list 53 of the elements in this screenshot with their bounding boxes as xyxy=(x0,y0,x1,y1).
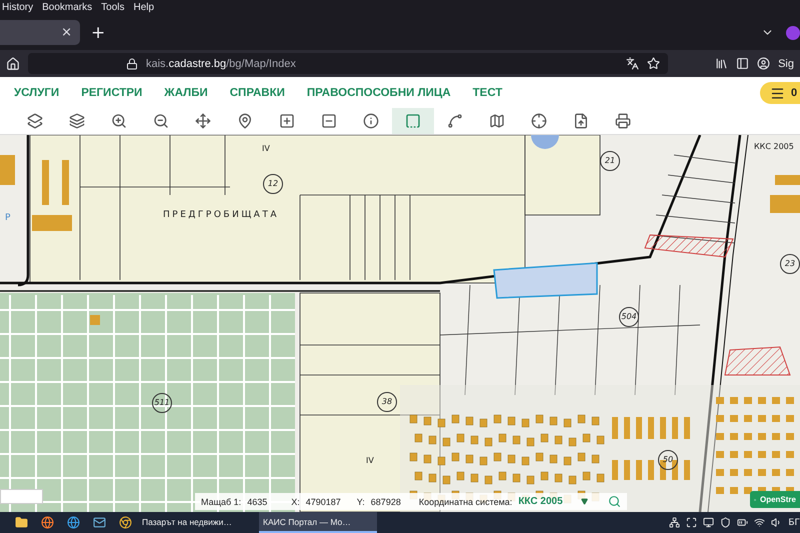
browser-tab[interactable]: × xyxy=(0,20,80,45)
taskbar-app[interactable]: Пазарът на недвижи… xyxy=(138,512,256,533)
search-icon[interactable] xyxy=(608,495,621,508)
menu-icon xyxy=(770,86,785,100)
translate-icon[interactable] xyxy=(626,57,639,70)
nav-link[interactable]: ЖАЛБИ xyxy=(164,86,208,98)
crs-label: Координатна система: xyxy=(418,496,512,506)
sign-in-label[interactable]: Sig xyxy=(778,58,794,70)
taskbar-app[interactable]: КАИС Портал — Мо… xyxy=(259,512,377,533)
scale-label: Мащаб 1: xyxy=(201,496,242,506)
openstreetmap-button[interactable]: OpenStre xyxy=(750,491,800,508)
tab-close-button[interactable]: × xyxy=(59,25,74,40)
menu-item[interactable]: Bookmarks xyxy=(42,2,92,13)
account-icon[interactable] xyxy=(757,57,770,70)
x-value: 4790187 xyxy=(306,496,341,506)
parcel-number: 504 xyxy=(619,307,639,327)
parcel-number: 12 xyxy=(263,174,283,194)
menu-item[interactable]: Tools xyxy=(101,2,124,13)
square-corner-icon[interactable] xyxy=(392,108,434,134)
locality-label: ПРЕДГРОБИЩАТА xyxy=(163,211,279,220)
map-label: IV xyxy=(262,145,270,153)
y-label: Y: xyxy=(356,496,365,506)
y-value: 687928 xyxy=(370,496,401,506)
parcel-number: 50 xyxy=(658,450,678,470)
nav-link[interactable]: СПРАВКИ xyxy=(230,86,285,98)
nav-link[interactable]: РЕГИСТРИ xyxy=(81,86,142,98)
parcel-number: 21 xyxy=(600,151,620,171)
nav-link[interactable]: ТЕСТ xyxy=(472,86,502,98)
x-label: X: xyxy=(291,496,300,506)
map-label: ККС 2005 xyxy=(754,143,794,151)
new-tab-button[interactable]: + xyxy=(88,22,108,42)
crs-value: ККС 2005 xyxy=(518,496,563,507)
map-control-box xyxy=(0,489,43,504)
home-icon[interactable] xyxy=(6,56,20,70)
parcel-number: 511 xyxy=(152,393,172,413)
star-icon[interactable] xyxy=(647,57,660,70)
nav-link[interactable]: УСЛУГИ xyxy=(14,86,60,98)
address-bar[interactable]: kais.cadastre.bg/bg/Map/Index xyxy=(28,53,668,74)
parcel-number: 23 xyxy=(780,254,800,274)
menu-item[interactable]: Help xyxy=(134,2,154,13)
language-indicator[interactable]: БГ xyxy=(788,518,800,528)
lock-icon xyxy=(126,58,138,70)
scale-value: 4635 xyxy=(247,496,268,506)
sidebar-icon[interactable] xyxy=(736,57,750,70)
map-label: IV xyxy=(366,457,374,465)
cart-button[interactable]: 0 xyxy=(760,82,800,104)
parcel-number: 38 xyxy=(377,392,397,412)
nav-link[interactable]: ПРАВОСПОСОБНИ ЛИЦА xyxy=(306,86,451,98)
extension-icon[interactable] xyxy=(786,26,800,40)
dropdown-caret-icon[interactable] xyxy=(580,498,588,505)
menu-item[interactable]: History xyxy=(2,2,34,13)
parking-label: P xyxy=(5,214,10,223)
library-icon[interactable] xyxy=(715,57,728,70)
